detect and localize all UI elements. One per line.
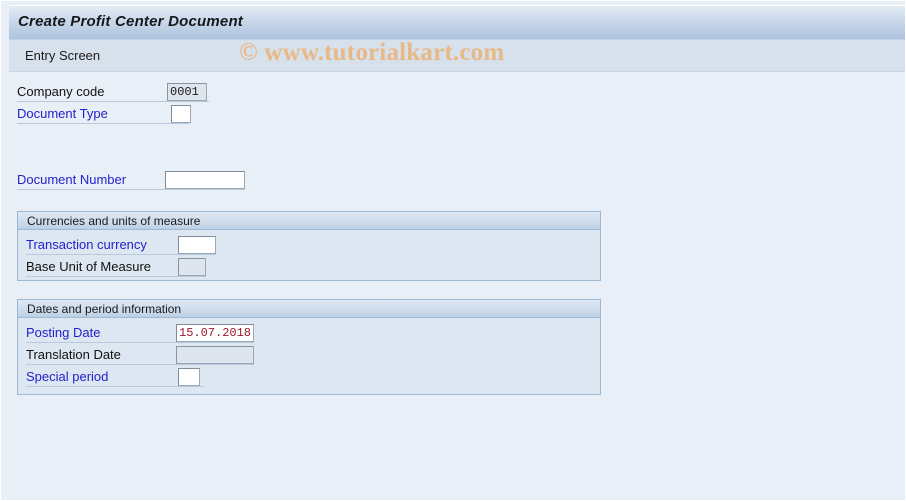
input-base-unit-of-measure[interactable]	[178, 258, 206, 276]
group-dates-and-period: Dates and period information Posting Dat…	[17, 299, 601, 395]
label-underline	[26, 364, 254, 365]
label-underline	[26, 276, 206, 277]
group-body: Posting Date Translation Date Special pe…	[18, 319, 600, 394]
input-company-code[interactable]	[167, 83, 207, 101]
label-base-unit-of-measure: Base Unit of Measure	[26, 259, 152, 274]
group-title-dates: Dates and period information	[27, 302, 182, 316]
label-transaction-currency[interactable]: Transaction currency	[26, 237, 147, 253]
label-company-code: Company code	[17, 84, 105, 99]
label-underline	[26, 254, 216, 255]
sap-window: Create Profit Center Document Entry Scre…	[0, 0, 906, 501]
input-special-period[interactable]	[178, 368, 200, 386]
label-underline	[17, 123, 189, 124]
input-document-type[interactable]	[171, 105, 191, 123]
group-header: Currencies and units of measure	[18, 212, 600, 230]
label-posting-date[interactable]: Posting Date	[26, 325, 100, 341]
label-document-type[interactable]: Document Type	[17, 106, 108, 122]
input-transaction-currency[interactable]	[178, 236, 216, 254]
field-row-document-type: Document Type	[17, 105, 191, 124]
page-title: Create Profit Center Document	[18, 13, 244, 30]
group-title-currencies: Currencies and units of measure	[27, 214, 201, 228]
field-row-base-unit-of-measure: Base Unit of Measure	[26, 258, 206, 277]
input-translation-date[interactable]	[176, 346, 254, 364]
input-posting-date[interactable]	[176, 324, 254, 342]
screen-subtitle-bar: Entry Screen	[9, 39, 905, 72]
label-translation-date: Translation Date	[26, 347, 121, 362]
window-title-bar: Create Profit Center Document	[9, 5, 905, 39]
field-row-transaction-currency: Transaction currency	[26, 236, 216, 255]
input-document-number[interactable]	[165, 171, 245, 189]
field-row-posting-date: Posting Date	[26, 324, 254, 343]
screen-subtitle: Entry Screen	[25, 48, 101, 63]
form-body: Company code Document Type Document Numb…	[9, 73, 905, 500]
label-special-period[interactable]: Special period	[26, 369, 108, 385]
label-underline	[17, 189, 245, 190]
group-currencies-and-units: Currencies and units of measure Transact…	[17, 211, 601, 281]
field-row-document-number: Document Number	[17, 171, 245, 190]
field-row-company-code: Company code	[17, 83, 209, 102]
label-underline	[26, 342, 254, 343]
group-header: Dates and period information	[18, 300, 600, 318]
group-body: Transaction currency Base Unit of Measur…	[18, 231, 600, 280]
label-underline	[17, 101, 209, 102]
field-row-special-period: Special period	[26, 368, 204, 387]
field-row-translation-date: Translation Date	[26, 346, 254, 365]
label-underline	[26, 386, 204, 387]
label-document-number[interactable]: Document Number	[17, 172, 126, 188]
